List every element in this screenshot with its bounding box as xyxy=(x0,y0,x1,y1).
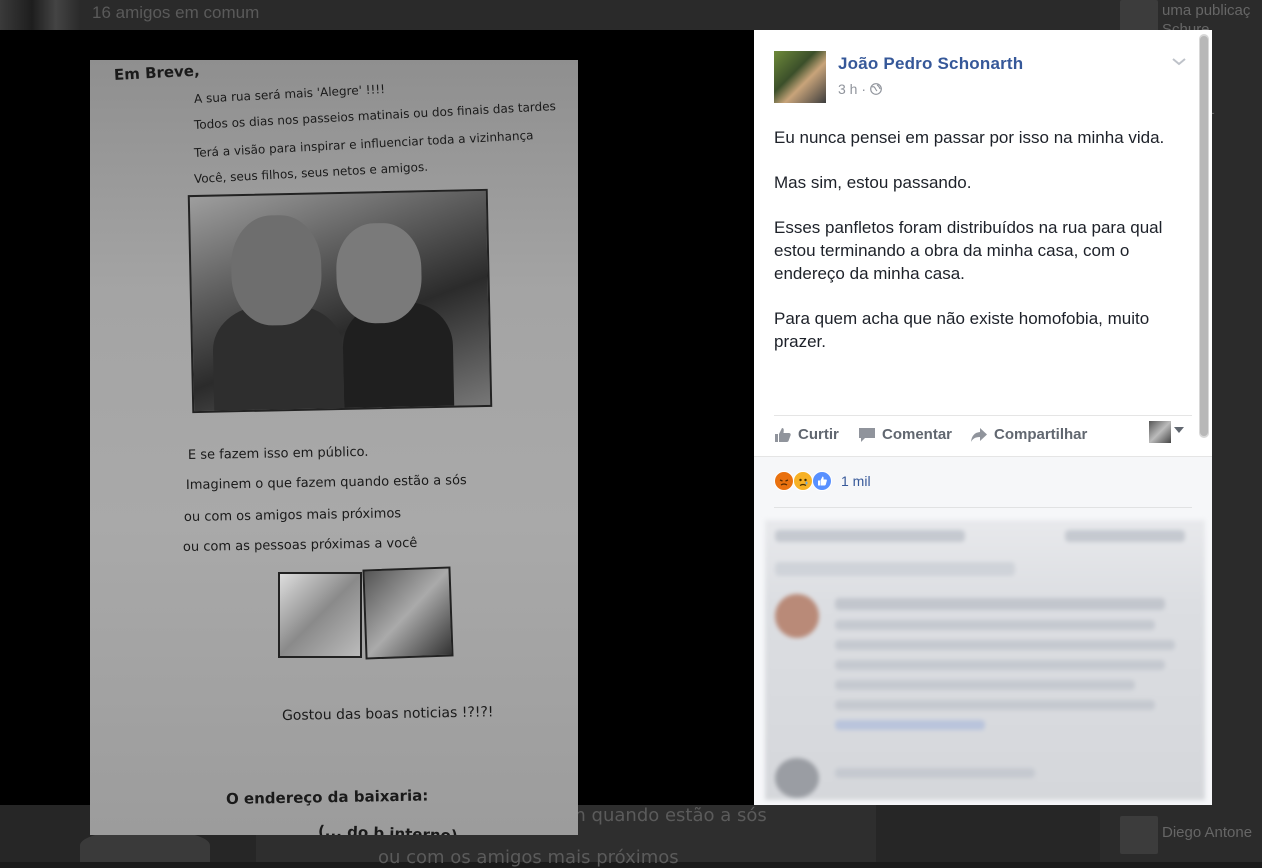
post-panel: João Pedro Schonarth 3 h · Eu nunca pens… xyxy=(754,30,1212,805)
flyer-line: A sua rua será mais 'Alegre' !!!! xyxy=(193,82,386,106)
flyer-closing: Gostou das boas noticias !?!?! xyxy=(281,704,494,724)
flyer-line: Terá a visão para inspirar e influenciar… xyxy=(193,128,534,160)
reaction-icons[interactable] xyxy=(774,471,832,491)
like-label: Curtir xyxy=(798,426,839,443)
ticker-item-text: uma publicaç xyxy=(1162,2,1251,19)
sad-icon xyxy=(793,471,813,491)
post-paragraph: Eu nunca pensei em passar por isso na mi… xyxy=(774,128,1165,147)
globe-icon xyxy=(870,81,882,97)
ticker-avatar xyxy=(1120,816,1158,854)
author-name[interactable]: João Pedro Schonarth xyxy=(838,54,1023,74)
flyer-address-label: O endereço da baixaria: xyxy=(225,786,429,808)
flyer-photo: Em Breve, A sua rua será mais 'Alegre' !… xyxy=(90,60,578,835)
panel-scrollbar[interactable] xyxy=(1199,34,1209,438)
divider xyxy=(774,415,1192,416)
post-meta: 3 h · xyxy=(838,81,882,97)
chevron-down-icon[interactable] xyxy=(1169,52,1189,72)
flyer-line: E se fazem isso em público. xyxy=(187,444,369,463)
flyer-line: Você, seus filhos, seus netos e amigos. xyxy=(193,159,429,186)
post-time[interactable]: 3 h xyxy=(838,81,857,97)
flyer-small-image xyxy=(362,566,454,660)
photo-viewer[interactable]: Em Breve, A sua rua será mais 'Alegre' !… xyxy=(0,30,754,835)
caret-down-icon[interactable] xyxy=(1174,427,1184,433)
background-header: 16 amigos em comum xyxy=(0,0,1262,30)
comment-button[interactable]: Comentar xyxy=(858,426,952,443)
post-message: Eu nunca pensei em passar por isso na mi… xyxy=(774,126,1199,375)
background-text-line: ou com os amigos mais próximos xyxy=(378,847,679,868)
post-paragraph: Para quem acha que não existe homofobia,… xyxy=(774,309,1150,351)
reactions-section: 1 mil xyxy=(754,456,1212,805)
share-button[interactable]: Compartilhar xyxy=(970,426,1087,443)
flyer-main-image xyxy=(187,188,493,414)
share-label: Compartilhar xyxy=(994,426,1088,443)
post-paragraph: Mas sim, estou passando. xyxy=(774,173,972,192)
divider xyxy=(774,507,1192,508)
flyer-line: Todos os dias nos passeios matinais ou d… xyxy=(193,99,557,132)
scrollbar-thumb[interactable] xyxy=(1200,36,1208,436)
flyer-address: (... do b interno) xyxy=(317,822,459,835)
flyer-line: ou com as pessoas próximas a você xyxy=(182,535,418,555)
blurred-comments xyxy=(765,520,1205,800)
flyer-small-image xyxy=(278,572,362,658)
comment-label: Comentar xyxy=(882,426,953,443)
ticker-item-text: Diego Antone xyxy=(1162,824,1253,841)
author-avatar[interactable] xyxy=(774,51,826,103)
post-paragraph: Esses panfletos foram distribuídos na ru… xyxy=(774,218,1163,283)
flyer-greeting: Em Breve, xyxy=(113,61,201,84)
like-button[interactable]: Curtir xyxy=(774,426,839,443)
share-icon xyxy=(971,427,987,442)
meta-separator: · xyxy=(861,81,870,97)
like-icon xyxy=(812,471,832,491)
flyer-line: ou com os amigos mais próximos xyxy=(183,506,402,525)
flyer-line: Imaginem o que fazem quando estão a sós xyxy=(185,473,467,493)
comment-icon xyxy=(859,427,875,442)
thumbs-up-icon xyxy=(775,427,791,442)
share-as-avatar[interactable] xyxy=(1149,421,1171,443)
angry-icon xyxy=(774,471,794,491)
reaction-count[interactable]: 1 mil xyxy=(841,473,871,489)
mutual-friends-text: 16 amigos em comum xyxy=(92,3,260,22)
background-thumbnail xyxy=(0,0,80,30)
